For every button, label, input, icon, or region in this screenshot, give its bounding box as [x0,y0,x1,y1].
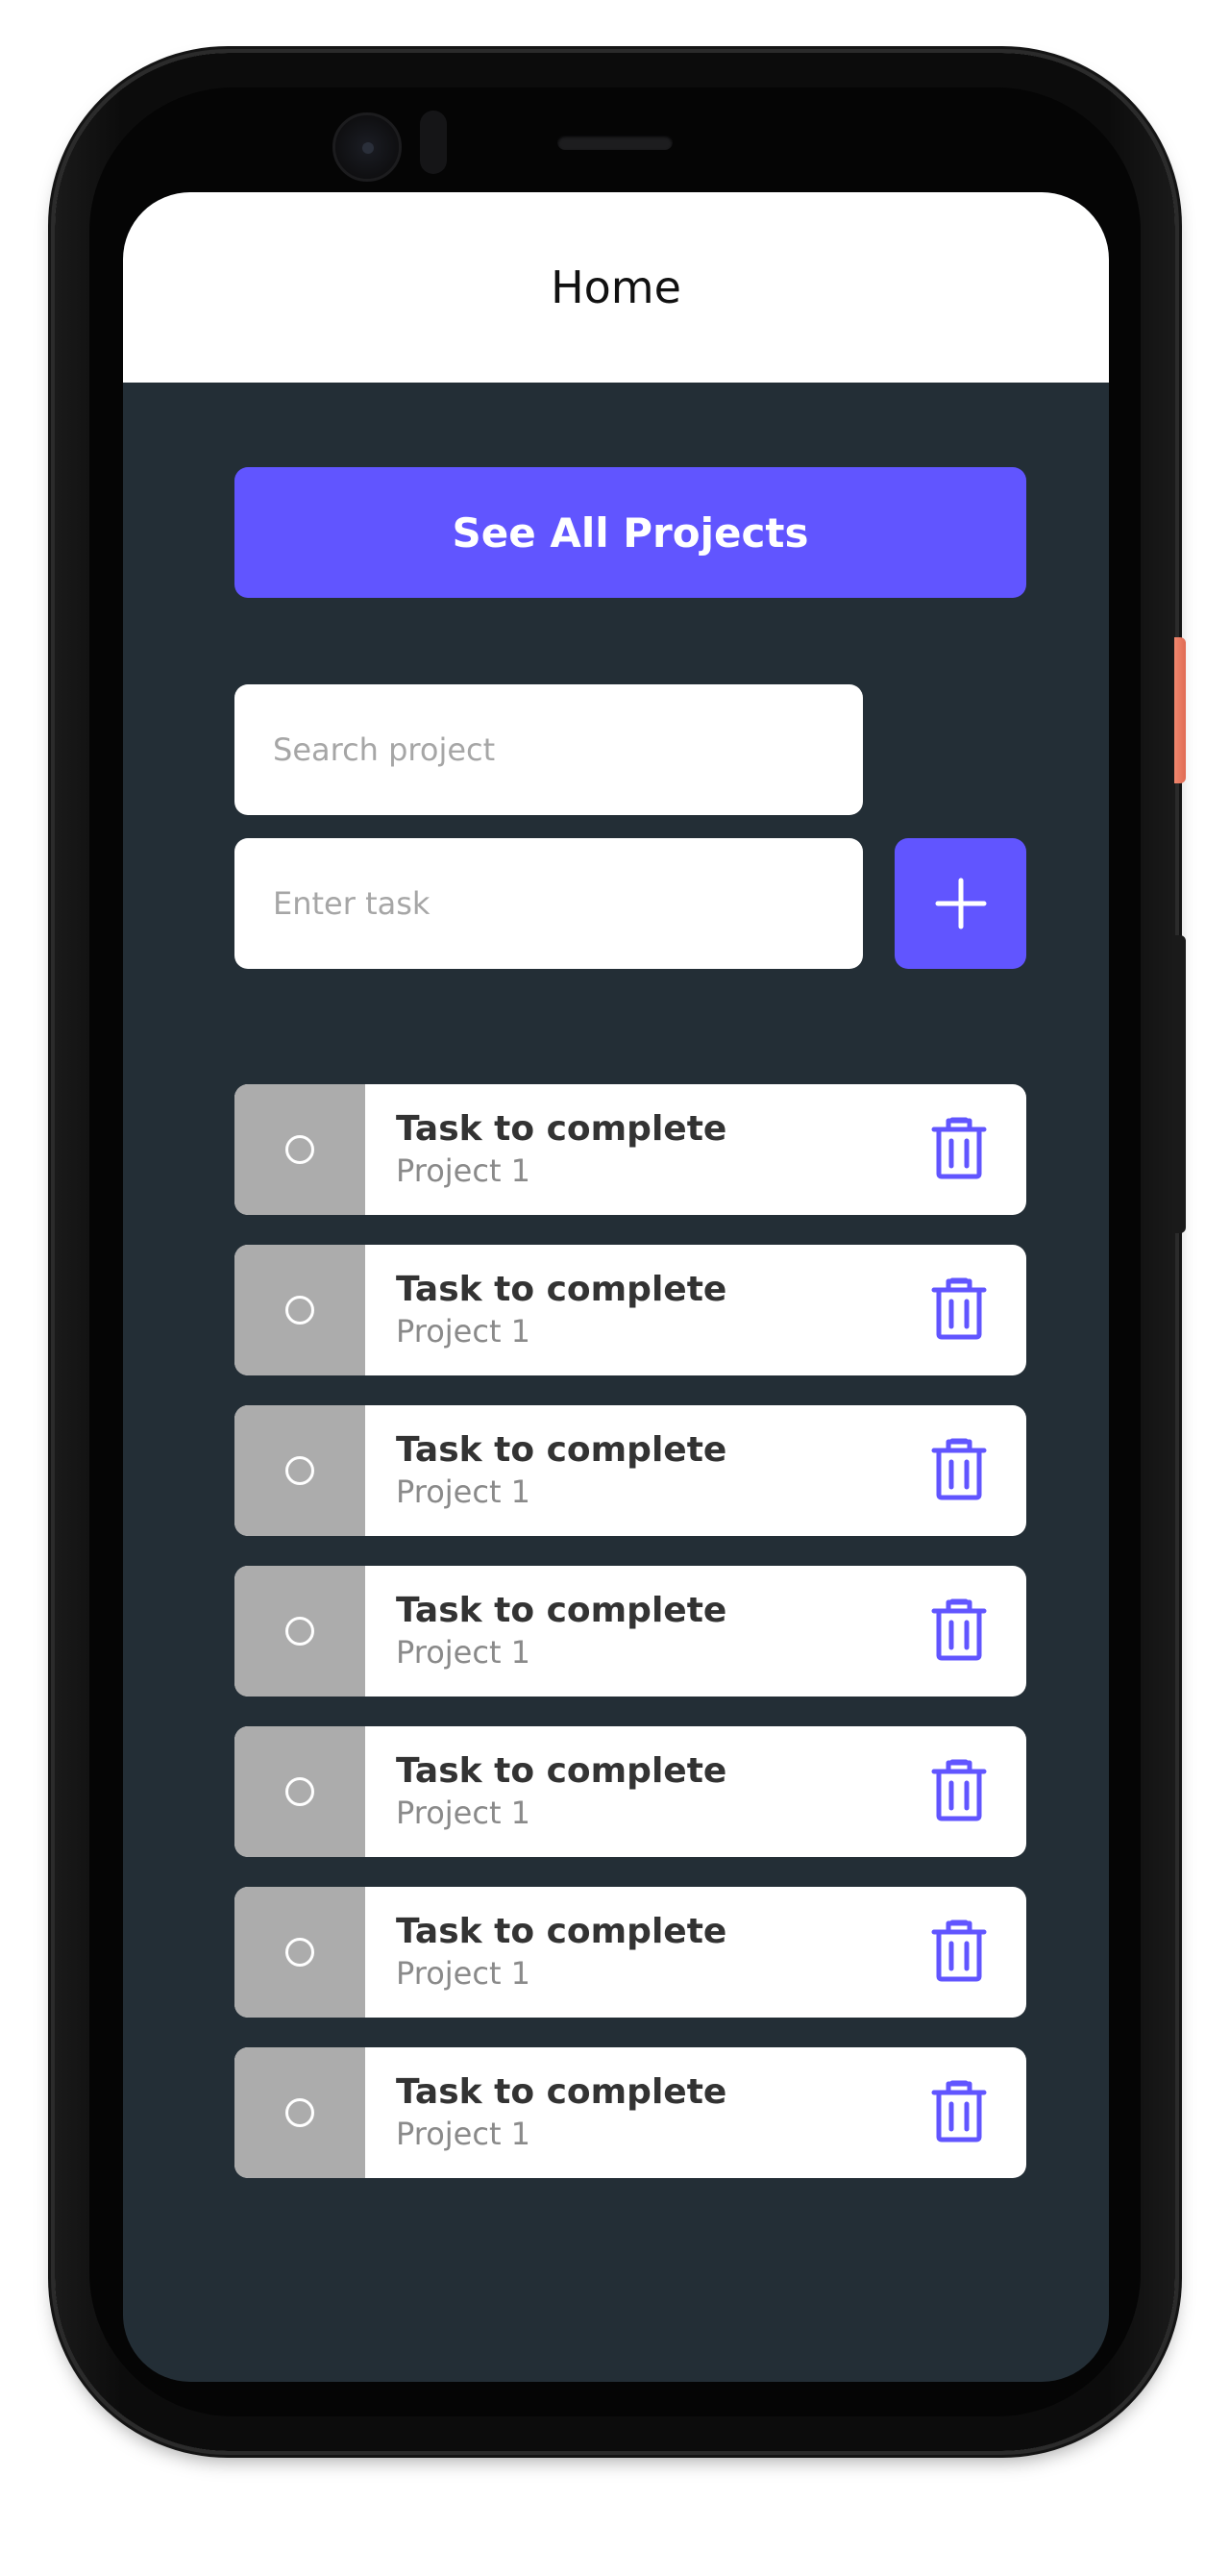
delete-task-button[interactable] [892,1887,1026,2018]
trash-icon [931,1276,987,1345]
task-title: Task to complete [396,1912,727,1951]
delete-task-button[interactable] [892,1084,1026,1215]
app-screen: Home See All Projects Task to completePr… [123,192,1109,2382]
task-text: Task to complete Project 1 [365,1726,892,1857]
task-title: Task to complete [396,1109,727,1149]
delete-task-button[interactable] [892,1245,1026,1375]
task-project: Project 1 [396,2116,531,2152]
page-title: Home [551,261,681,313]
task-text: Task to complete Project 1 [365,1084,892,1215]
trash-icon [931,1437,987,1505]
task-item: Task to complete Project 1 [234,1084,1026,1215]
task-list: Task to complete Project 1 Task to complet… [234,1084,1026,2208]
complete-task-toggle[interactable] [234,1405,365,1536]
earpiece-speaker [557,135,673,150]
add-task-button[interactable] [895,838,1026,969]
task-title: Task to complete [396,2072,727,2112]
task-text: Task to complete Project 1 [365,1405,892,1536]
trash-icon [931,2079,987,2147]
task-item: Task to complete Project 1 [234,1566,1026,1697]
task-item: Task to complete Project 1 [234,1726,1026,1857]
circle-icon [285,1456,314,1485]
task-text: Task to complete Project 1 [365,1887,892,2018]
complete-task-toggle[interactable] [234,2047,365,2178]
task-field [234,838,863,969]
delete-task-button[interactable] [892,1726,1026,1857]
task-title: Task to complete [396,1270,727,1309]
task-project: Project 1 [396,1474,531,1510]
trash-icon [931,1758,987,1826]
search-field [234,684,863,815]
task-title: Task to complete [396,1591,727,1630]
power-button [1174,637,1186,783]
circle-icon [285,1777,314,1806]
circle-icon [285,1296,314,1325]
task-item: Task to complete Project 1 [234,2047,1026,2178]
complete-task-toggle[interactable] [234,1084,365,1215]
task-text: Task to complete Project 1 [365,1245,892,1375]
task-text: Task to complete Project 1 [365,2047,892,2178]
trash-icon [931,1116,987,1184]
search-input[interactable] [271,731,863,769]
volume-button [1174,935,1186,1233]
task-project: Project 1 [396,1152,531,1189]
task-project: Project 1 [396,1795,531,1831]
delete-task-button[interactable] [892,1405,1026,1536]
circle-icon [285,1617,314,1646]
complete-task-toggle[interactable] [234,1726,365,1857]
task-project: Project 1 [396,1313,531,1350]
task-project: Project 1 [396,1955,531,1992]
complete-task-toggle[interactable] [234,1245,365,1375]
complete-task-toggle[interactable] [234,1566,365,1697]
trash-icon [931,1919,987,1987]
task-item: Task to complete Project 1 [234,1245,1026,1375]
task-project: Project 1 [396,1634,531,1671]
proximity-sensor [420,111,447,174]
complete-task-toggle[interactable] [234,1887,365,2018]
task-title: Task to complete [396,1751,727,1791]
front-camera [332,112,402,182]
delete-task-button[interactable] [892,2047,1026,2178]
trash-icon [931,1598,987,1666]
task-text: Task to complete Project 1 [365,1566,892,1697]
task-item: Task to complete Project 1 [234,1887,1026,2018]
circle-icon [285,1938,314,1967]
app-header: Home [123,192,1109,383]
task-title: Task to complete [396,1430,727,1470]
task-input[interactable] [271,884,863,923]
delete-task-button[interactable] [892,1566,1026,1697]
plus-icon [935,878,986,929]
circle-icon [285,1135,314,1164]
circle-icon [285,2098,314,2127]
see-all-projects-button[interactable]: See All Projects [234,467,1026,598]
task-item: Task to complete Project 1 [234,1405,1026,1536]
